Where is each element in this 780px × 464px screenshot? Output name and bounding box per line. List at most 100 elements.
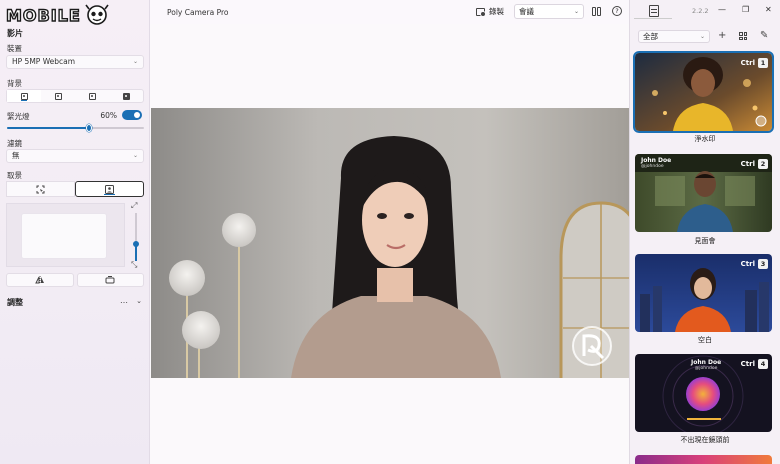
- shortcut-number: 1: [758, 58, 768, 68]
- background-image-option[interactable]: [109, 90, 143, 102]
- device-select-value: HP 5MP Webcam: [12, 57, 76, 66]
- scene-filter-value: 全部: [643, 32, 658, 41]
- overlay-name-text: John Doe: [691, 359, 722, 366]
- frame-person-icon: [105, 184, 114, 194]
- filter-label: 濾鏡: [7, 139, 22, 148]
- backlight-toggle[interactable]: [122, 110, 142, 120]
- shortcut-number: 3: [758, 259, 768, 269]
- app-version: 2.2.2: [692, 7, 709, 15]
- overlay-handle-text: @johndoe: [641, 164, 664, 169]
- scene-card-1[interactable]: Ctrl 1: [633, 51, 774, 133]
- framing-preview[interactable]: [6, 203, 125, 267]
- device-label: 裝置: [7, 44, 22, 53]
- overlay-name-text: John Doe: [641, 157, 672, 164]
- backlight-slider-fill: [7, 127, 90, 129]
- mirror-icon: [34, 276, 44, 284]
- rotate-button[interactable]: [76, 273, 144, 287]
- background-effect-option[interactable]: [75, 90, 109, 102]
- logo-text: MOBILE: [5, 5, 81, 25]
- scene-filter-select[interactable]: 全部 ⌄: [638, 30, 710, 43]
- background-none-option[interactable]: [7, 90, 41, 102]
- more-options-icon[interactable]: …: [120, 296, 128, 305]
- chevron-down-icon[interactable]: ⌄: [136, 297, 142, 305]
- device-select[interactable]: HP 5MP Webcam ⌄: [6, 55, 144, 69]
- tab-underline: [634, 18, 672, 19]
- mirror-button[interactable]: [6, 273, 74, 287]
- framing-manual-option[interactable]: [6, 181, 75, 197]
- person-blur-icon: [54, 92, 62, 100]
- scene-card-1-label: 淨水印: [694, 135, 716, 143]
- shortcut-badge: Ctrl 1: [741, 58, 768, 68]
- scene-card-4-label: 不出現在鏡頭前: [680, 436, 730, 444]
- frame-cursor-icon: [36, 185, 45, 193]
- record-button[interactable]: 錄製: [476, 6, 504, 17]
- scene-card-5-partial[interactable]: [635, 455, 772, 464]
- background-mode-selector: [6, 89, 144, 103]
- backlight-value: 60%: [100, 111, 117, 120]
- add-scene-icon[interactable]: +: [718, 30, 726, 42]
- backlight-slider-knob[interactable]: [86, 124, 93, 132]
- shortcut-badge: Ctrl 3: [741, 259, 768, 269]
- zoom-slider-knob[interactable]: [133, 241, 139, 247]
- person-icon: [20, 92, 28, 100]
- overlay-name: John Doe @johndoe: [691, 359, 721, 371]
- overlay-handle-text: @johndoe: [694, 366, 718, 371]
- meeting-mode-select[interactable]: 會議 ⌄: [514, 4, 584, 19]
- rotate-icon: [105, 276, 115, 284]
- video-section-title: 影片: [7, 29, 23, 38]
- scenes-tab-icon[interactable]: [649, 5, 659, 17]
- filter-select-value: 無: [12, 151, 20, 160]
- shortcut-number: 2: [758, 159, 768, 169]
- zoom-slider[interactable]: [133, 213, 139, 261]
- title-bar: Poly Camera Pro 錄製 會議 ⌄ ?: [150, 0, 629, 24]
- shortcut-badge: Ctrl 4: [741, 359, 768, 369]
- scene-panel: 2.2.2 — ❐ ✕ 全部 ⌄ + ✎ Ctrl 1 淨水印 John Doe…: [630, 0, 780, 464]
- adjust-section[interactable]: 調整 … ⌄: [6, 296, 144, 308]
- shortcut-modifier: Ctrl: [740, 59, 755, 67]
- camera-stage: [150, 24, 629, 464]
- flip-buttons: [6, 273, 144, 287]
- scene-card-2[interactable]: John Doe @johndoe Ctrl 2: [635, 154, 772, 232]
- shortcut-modifier: Ctrl: [740, 360, 755, 368]
- app-title: Poly Camera Pro: [167, 8, 229, 17]
- record-icon: [476, 7, 486, 17]
- filter-select[interactable]: 無 ⌄: [6, 149, 144, 163]
- camera-video-feed: [151, 108, 629, 378]
- backlight-slider[interactable]: [7, 124, 144, 132]
- shrink-icon[interactable]: ⤡: [131, 260, 137, 270]
- record-label: 錄製: [489, 7, 504, 16]
- grid-view-icon[interactable]: [739, 32, 747, 40]
- mobile01-logo: MOBILE: [5, 3, 134, 27]
- person-image-icon: [122, 92, 130, 100]
- framing-preview-region[interactable]: [21, 213, 107, 259]
- maximize-icon[interactable]: ❐: [742, 5, 749, 14]
- shortcut-number: 4: [758, 359, 768, 369]
- scene-card-2-label: 見面會: [694, 237, 716, 245]
- expand-icon[interactable]: ⤢: [131, 201, 137, 211]
- adjust-label: 調整: [7, 298, 23, 307]
- framing-auto-option[interactable]: [75, 181, 144, 197]
- chevron-down-icon: ⌄: [132, 152, 138, 159]
- split-view-icon[interactable]: [592, 7, 601, 16]
- shortcut-badge: Ctrl 2: [741, 159, 768, 169]
- framing-label: 取景: [7, 171, 22, 180]
- chevron-down-icon: ⌄: [573, 8, 579, 15]
- person-sparkle-icon: [88, 92, 96, 100]
- edit-pen-icon[interactable]: ✎: [760, 30, 768, 42]
- help-icon[interactable]: ?: [612, 6, 622, 16]
- scene-card-3-label: 空白: [698, 336, 712, 344]
- scene-card-4[interactable]: John Doe @johndoe Ctrl 4: [635, 354, 772, 432]
- chevron-down-icon: ⌄: [699, 33, 705, 40]
- webcam-scene: [151, 108, 629, 378]
- shortcut-modifier: Ctrl: [740, 260, 755, 268]
- background-blur-option[interactable]: [41, 90, 75, 102]
- overlay-name: John Doe @johndoe: [641, 157, 671, 169]
- framing-mode-selector: [6, 181, 144, 197]
- minimize-icon[interactable]: —: [718, 5, 726, 14]
- scene-card-3[interactable]: Ctrl 3: [635, 254, 772, 332]
- background-label: 背景: [7, 79, 22, 88]
- backlight-label: 緊光燈: [7, 112, 30, 121]
- shortcut-modifier: Ctrl: [740, 160, 755, 168]
- chevron-down-icon: ⌄: [132, 58, 138, 65]
- close-icon[interactable]: ✕: [765, 5, 772, 14]
